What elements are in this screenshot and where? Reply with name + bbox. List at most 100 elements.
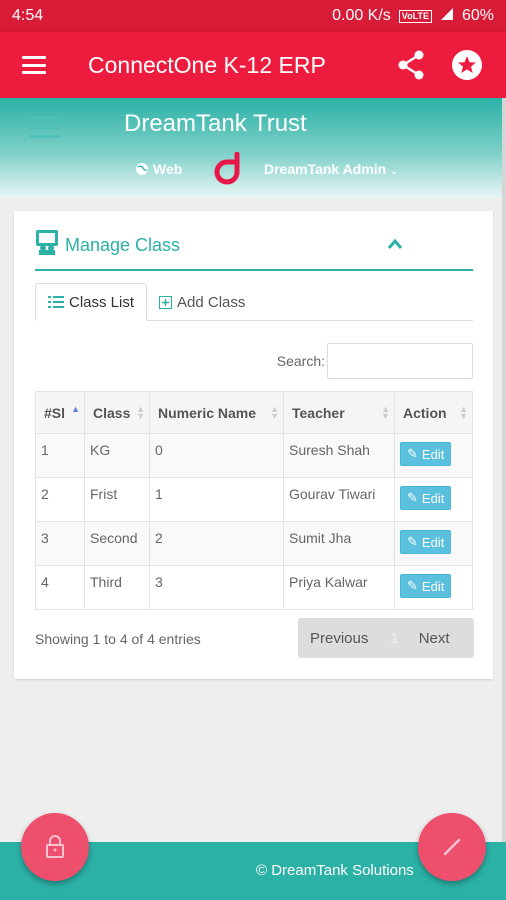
- sort-icon: ▲ ▼: [381, 404, 390, 421]
- app-title: ConnectOne K-12 ERP: [88, 51, 326, 78]
- cell-sl: 2: [35, 477, 85, 522]
- edit-label: Edit: [421, 490, 445, 506]
- edit-label: Edit: [421, 534, 445, 550]
- tab-bar: Class List Add Class: [35, 283, 473, 321]
- org-name: DreamTank Trust: [124, 110, 307, 137]
- search-label: Search:: [276, 353, 325, 369]
- edit-icon: ✎: [407, 490, 418, 505]
- col-sl-label: #Sl: [44, 404, 66, 421]
- volte-badge: VoLTE: [398, 9, 432, 23]
- collapse-chevron-icon[interactable]: [387, 234, 403, 255]
- cell-sl: 1: [35, 433, 85, 478]
- edit-icon: ✎: [407, 578, 418, 593]
- cell-action: ✎ Edit: [394, 477, 473, 522]
- cell-numeric: 3: [149, 565, 284, 610]
- cell-numeric: 0: [149, 433, 284, 478]
- tab-class-list-label: Class List: [69, 293, 135, 311]
- col-action-label: Action: [403, 404, 447, 421]
- tab-add-class-label: Add Class: [177, 293, 246, 311]
- table-info: Showing 1 to 4 of 4 entries: [35, 631, 201, 647]
- table-header-row: #Sl ▲ Class ▲ ▼ Numeric Name ▲ ▼ Teacher ▲ ▼ Ac…: [35, 391, 473, 434]
- col-sl[interactable]: #Sl ▲: [35, 391, 85, 434]
- status-bar: 4:54 0.00 K/s VoLTE 60%: [0, 0, 506, 32]
- star-icon[interactable]: [450, 48, 484, 82]
- lock-icon: [46, 835, 64, 858]
- table-row: 2 Frist 1 Gourav Tiwari ✎ Edit: [35, 477, 473, 522]
- cell-teacher: Suresh Shah: [283, 433, 395, 478]
- admin-label: DreamTank Admin: [264, 161, 387, 177]
- cell-class: Frist: [84, 477, 150, 522]
- search-input[interactable]: [327, 343, 473, 379]
- phone-icon: [443, 838, 461, 856]
- pagination: Previous 1 Next: [298, 618, 474, 658]
- col-numeric-label: Numeric Name: [158, 404, 257, 421]
- sort-icon: ▲ ▼: [459, 404, 468, 421]
- web-link[interactable]: Web: [135, 161, 182, 177]
- table-row: 1 KG 0 Suresh Shah ✎ Edit: [35, 433, 473, 478]
- network-speed: 0.00 K/s: [332, 7, 391, 24]
- dreamtank-logo: [210, 151, 248, 191]
- lock-button[interactable]: [21, 813, 89, 881]
- previous-button[interactable]: Previous: [298, 630, 380, 647]
- edit-button[interactable]: ✎ Edit: [400, 530, 452, 554]
- app-bar: ConnectOne K-12 ERP: [0, 32, 506, 98]
- status-time: 4:54: [12, 7, 44, 24]
- cell-action: ✎ Edit: [394, 521, 473, 566]
- next-button[interactable]: Next: [409, 630, 460, 647]
- plus-square-icon: [159, 295, 173, 309]
- sort-icon: ▲ ▼: [270, 404, 279, 421]
- cell-class: Second: [84, 521, 150, 566]
- card-title: Manage Class: [65, 235, 181, 255]
- cell-numeric: 1: [149, 477, 284, 522]
- card-header: Manage Class: [35, 229, 473, 271]
- admin-dropdown[interactable]: DreamTank Admin ⌄: [264, 161, 398, 177]
- cell-teacher: Gourav Tiwari: [283, 477, 395, 522]
- col-class[interactable]: Class ▲ ▼: [84, 391, 150, 434]
- edit-icon: ✎: [407, 534, 418, 549]
- cell-teacher: Priya Kalwar: [283, 565, 395, 610]
- edit-icon: ✎: [407, 446, 418, 461]
- col-teacher[interactable]: Teacher ▲ ▼: [283, 391, 395, 434]
- scrollbar[interactable]: [502, 98, 506, 842]
- menu-icon[interactable]: [22, 56, 46, 74]
- cell-sl: 3: [35, 521, 85, 566]
- table-row: 3 Second 2 Sumit Jha ✎ Edit: [35, 521, 473, 566]
- edit-button[interactable]: ✎ Edit: [400, 486, 452, 510]
- web-label: Web: [153, 161, 183, 177]
- sidebar-toggle-icon[interactable]: [30, 116, 60, 138]
- tab-class-list[interactable]: Class List: [35, 283, 148, 321]
- col-class-label: Class: [93, 404, 131, 421]
- cell-class: KG: [84, 433, 150, 478]
- col-numeric-name[interactable]: Numeric Name ▲ ▼: [149, 391, 284, 434]
- list-icon: [48, 296, 64, 308]
- class-icon: [35, 229, 59, 260]
- search-row: Search:: [35, 343, 473, 379]
- signal-icon: [440, 7, 454, 26]
- manage-class-card: Manage Class Class List Add Class Search…: [14, 211, 493, 679]
- cell-teacher: Sumit Jha: [283, 521, 395, 566]
- org-header: DreamTank Trust Web DreamTank Admin ⌄: [0, 98, 506, 198]
- cell-numeric: 2: [149, 521, 284, 566]
- sort-icon: ▲: [71, 404, 80, 414]
- col-action[interactable]: Action ▲ ▼: [394, 391, 473, 434]
- share-icon[interactable]: [394, 48, 428, 82]
- chevron-down-icon: ⌄: [390, 166, 399, 177]
- edit-button[interactable]: ✎ Edit: [400, 442, 452, 466]
- copyright-text: © DreamTank Solutions: [256, 862, 414, 879]
- edit-label: Edit: [421, 446, 445, 462]
- call-button[interactable]: [418, 813, 486, 881]
- cell-action: ✎ Edit: [394, 565, 473, 610]
- edit-label: Edit: [421, 578, 445, 594]
- battery-label: 60%: [461, 7, 494, 24]
- page-1-button[interactable]: 1: [380, 630, 408, 647]
- table-row: 4 Third 3 Priya Kalwar ✎ Edit: [35, 565, 473, 610]
- tab-add-class[interactable]: Add Class: [147, 283, 257, 321]
- cell-class: Third: [84, 565, 150, 610]
- col-teacher-label: Teacher: [292, 404, 345, 421]
- globe-icon: [136, 163, 148, 175]
- class-table: #Sl ▲ Class ▲ ▼ Numeric Name ▲ ▼ Teacher ▲ ▼ Ac…: [35, 391, 473, 610]
- cell-action: ✎ Edit: [394, 433, 473, 478]
- edit-button[interactable]: ✎ Edit: [400, 574, 452, 598]
- sort-icon: ▲ ▼: [136, 404, 145, 421]
- cell-sl: 4: [35, 565, 85, 610]
